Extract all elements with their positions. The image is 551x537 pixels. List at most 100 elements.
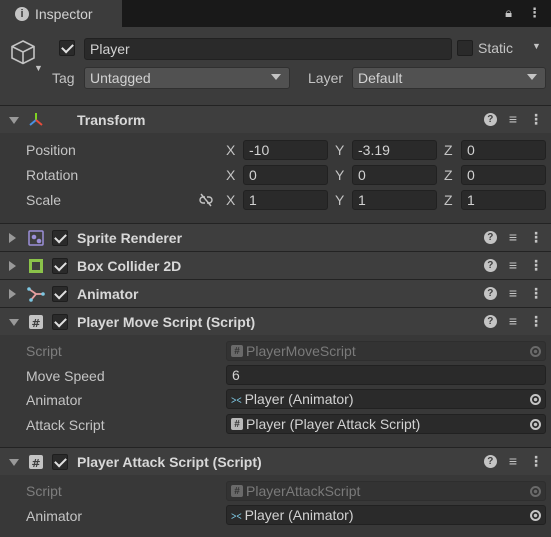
component-menu-icon[interactable]: ⋮	[529, 314, 543, 328]
move-speed-field[interactable]: 6	[226, 365, 546, 385]
axis-z-label[interactable]: Z	[444, 167, 453, 183]
animator-icon: ⪥	[231, 391, 242, 406]
object-picker-icon[interactable]	[525, 390, 545, 408]
icon-dropdown-caret-icon[interactable]: ▼	[34, 63, 43, 73]
gameobject-cube-icon[interactable]	[10, 39, 36, 65]
presets-icon[interactable]: ≡	[509, 454, 517, 468]
rotation-x-field[interactable]: 0	[243, 165, 328, 185]
scale-y-field[interactable]: 1	[352, 190, 437, 210]
component-menu-icon[interactable]: ⋮	[529, 286, 543, 300]
tag-label: Tag	[52, 70, 75, 86]
axis-y-label[interactable]: Y	[335, 167, 344, 183]
presets-icon[interactable]: ≡	[509, 314, 517, 328]
presets-icon[interactable]: ≡	[509, 230, 517, 244]
lock-icon[interactable]: 🔒︎	[505, 5, 512, 21]
position-label: Position	[26, 142, 76, 158]
foldout-closed-icon[interactable]	[9, 261, 16, 271]
object-name-text: Player	[90, 41, 130, 57]
component-menu-icon[interactable]: ⋮	[529, 230, 543, 244]
animator-title: Animator	[77, 286, 139, 302]
help-icon[interactable]: ?	[483, 258, 497, 272]
object-picker-icon[interactable]	[525, 415, 545, 433]
tag-dropdown[interactable]: Untagged	[84, 67, 290, 89]
box-collider-header[interactable]: Box Collider 2D ? ≡ ⋮	[0, 251, 551, 279]
attack-script-reference-field[interactable]: # Player (Player Attack Script)	[226, 414, 546, 434]
rotation-z-field[interactable]: 0	[461, 165, 546, 185]
presets-icon[interactable]: ≡	[509, 286, 517, 300]
foldout-closed-icon[interactable]	[9, 289, 16, 299]
script-label: Script	[26, 483, 62, 499]
move-script-enabled-toggle[interactable]	[52, 314, 68, 330]
axis-z-label[interactable]: Z	[444, 142, 453, 158]
move-speed-label: Move Speed	[26, 368, 105, 384]
static-label: Static	[478, 40, 514, 56]
object-picker-icon[interactable]	[525, 506, 545, 524]
script-label: Script	[26, 343, 62, 359]
rotation-y-field[interactable]: 0	[352, 165, 437, 185]
animator-reference-field[interactable]: ⪥ Player (Animator)	[226, 389, 546, 409]
attack-script-header[interactable]: # Player Attack Script (Script) ? ≡ ⋮	[0, 447, 551, 475]
position-z-field[interactable]: 0	[461, 140, 546, 160]
sprite-renderer-title: Sprite Renderer	[77, 230, 183, 246]
scale-z-field[interactable]: 1	[461, 190, 546, 210]
component-menu-icon[interactable]: ⋮	[529, 112, 543, 126]
axis-x-label[interactable]: X	[226, 192, 235, 208]
axis-y-label[interactable]: Y	[335, 192, 344, 208]
foldout-closed-icon[interactable]	[9, 233, 16, 243]
move-script-header[interactable]: # Player Move Script (Script) ? ≡ ⋮	[0, 307, 551, 335]
animator-header[interactable]: Animator ? ≡ ⋮	[0, 279, 551, 307]
axis-y-label[interactable]: Y	[335, 142, 344, 158]
scale-x-field[interactable]: 1	[243, 190, 328, 210]
foldout-open-icon[interactable]	[9, 117, 19, 124]
axis-x-label[interactable]: X	[226, 142, 235, 158]
kebab-menu-icon[interactable]: ⋮	[528, 5, 541, 21]
csharp-script-icon: #	[231, 418, 243, 430]
axis-z-label[interactable]: Z	[444, 192, 453, 208]
rotation-y-value: 0	[358, 167, 366, 183]
static-toggle[interactable]	[457, 40, 473, 56]
constrain-proportions-link-icon[interactable]	[198, 193, 214, 207]
animator-field-label: Animator	[26, 392, 83, 408]
foldout-open-icon[interactable]	[9, 459, 19, 466]
help-icon[interactable]: ?	[483, 454, 497, 468]
attack-script-enabled-toggle[interactable]	[52, 454, 68, 470]
layer-value: Default	[358, 70, 403, 86]
chevron-down-icon	[527, 74, 537, 80]
component-menu-icon[interactable]: ⋮	[529, 454, 543, 468]
presets-icon[interactable]: ≡	[509, 258, 517, 272]
scale-label: Scale	[26, 192, 62, 208]
component-menu-icon[interactable]: ⋮	[529, 258, 543, 272]
tab-inspector[interactable]: i Inspector	[0, 0, 122, 27]
animator-reference-value: Player (Animator)	[244, 391, 354, 407]
animator-enabled-toggle[interactable]	[52, 286, 68, 302]
object-name-field[interactable]: Player	[84, 38, 452, 60]
window-tab-bar: i Inspector 🔒︎ ⋮	[0, 0, 551, 27]
tab-inspector-label: Inspector	[35, 5, 93, 22]
presets-icon[interactable]: ≡	[509, 112, 517, 126]
box-collider-enabled-toggle[interactable]	[52, 258, 68, 274]
animator-reference-field[interactable]: ⪥ Player (Animator)	[226, 505, 546, 525]
script-reference-field: # PlayerAttackScript	[226, 481, 546, 501]
gameobject-header: ▼ Player Static ▼ Tag Untagged Layer Def…	[0, 27, 551, 105]
help-icon[interactable]: ?	[483, 286, 497, 300]
transform-header[interactable]: Transform ? ≡ ⋮	[0, 105, 551, 133]
chevron-down-icon	[271, 74, 281, 80]
attack-script-reference-value: Player (Player Attack Script)	[246, 416, 421, 432]
csharp-script-icon: #	[231, 485, 243, 497]
foldout-open-icon[interactable]	[9, 319, 19, 326]
axis-x-label[interactable]: X	[226, 167, 235, 183]
rotation-z-value: 0	[467, 167, 475, 183]
script-reference-value: PlayerAttackScript	[246, 483, 361, 499]
scale-z-value: 1	[467, 192, 475, 208]
active-toggle[interactable]	[59, 40, 75, 56]
static-dropdown-icon[interactable]: ▼	[532, 41, 541, 51]
position-x-field[interactable]: -10	[243, 140, 328, 160]
help-icon[interactable]: ?	[483, 230, 497, 244]
attack-script-body: Script # PlayerAttackScript Animator ⪥ P…	[0, 475, 551, 537]
help-icon[interactable]: ?	[483, 314, 497, 328]
sprite-renderer-header[interactable]: Sprite Renderer ? ≡ ⋮	[0, 223, 551, 251]
help-icon[interactable]: ?	[483, 112, 497, 126]
sprite-renderer-enabled-toggle[interactable]	[52, 230, 68, 246]
layer-dropdown[interactable]: Default	[352, 67, 546, 89]
position-y-field[interactable]: -3.19	[352, 140, 437, 160]
